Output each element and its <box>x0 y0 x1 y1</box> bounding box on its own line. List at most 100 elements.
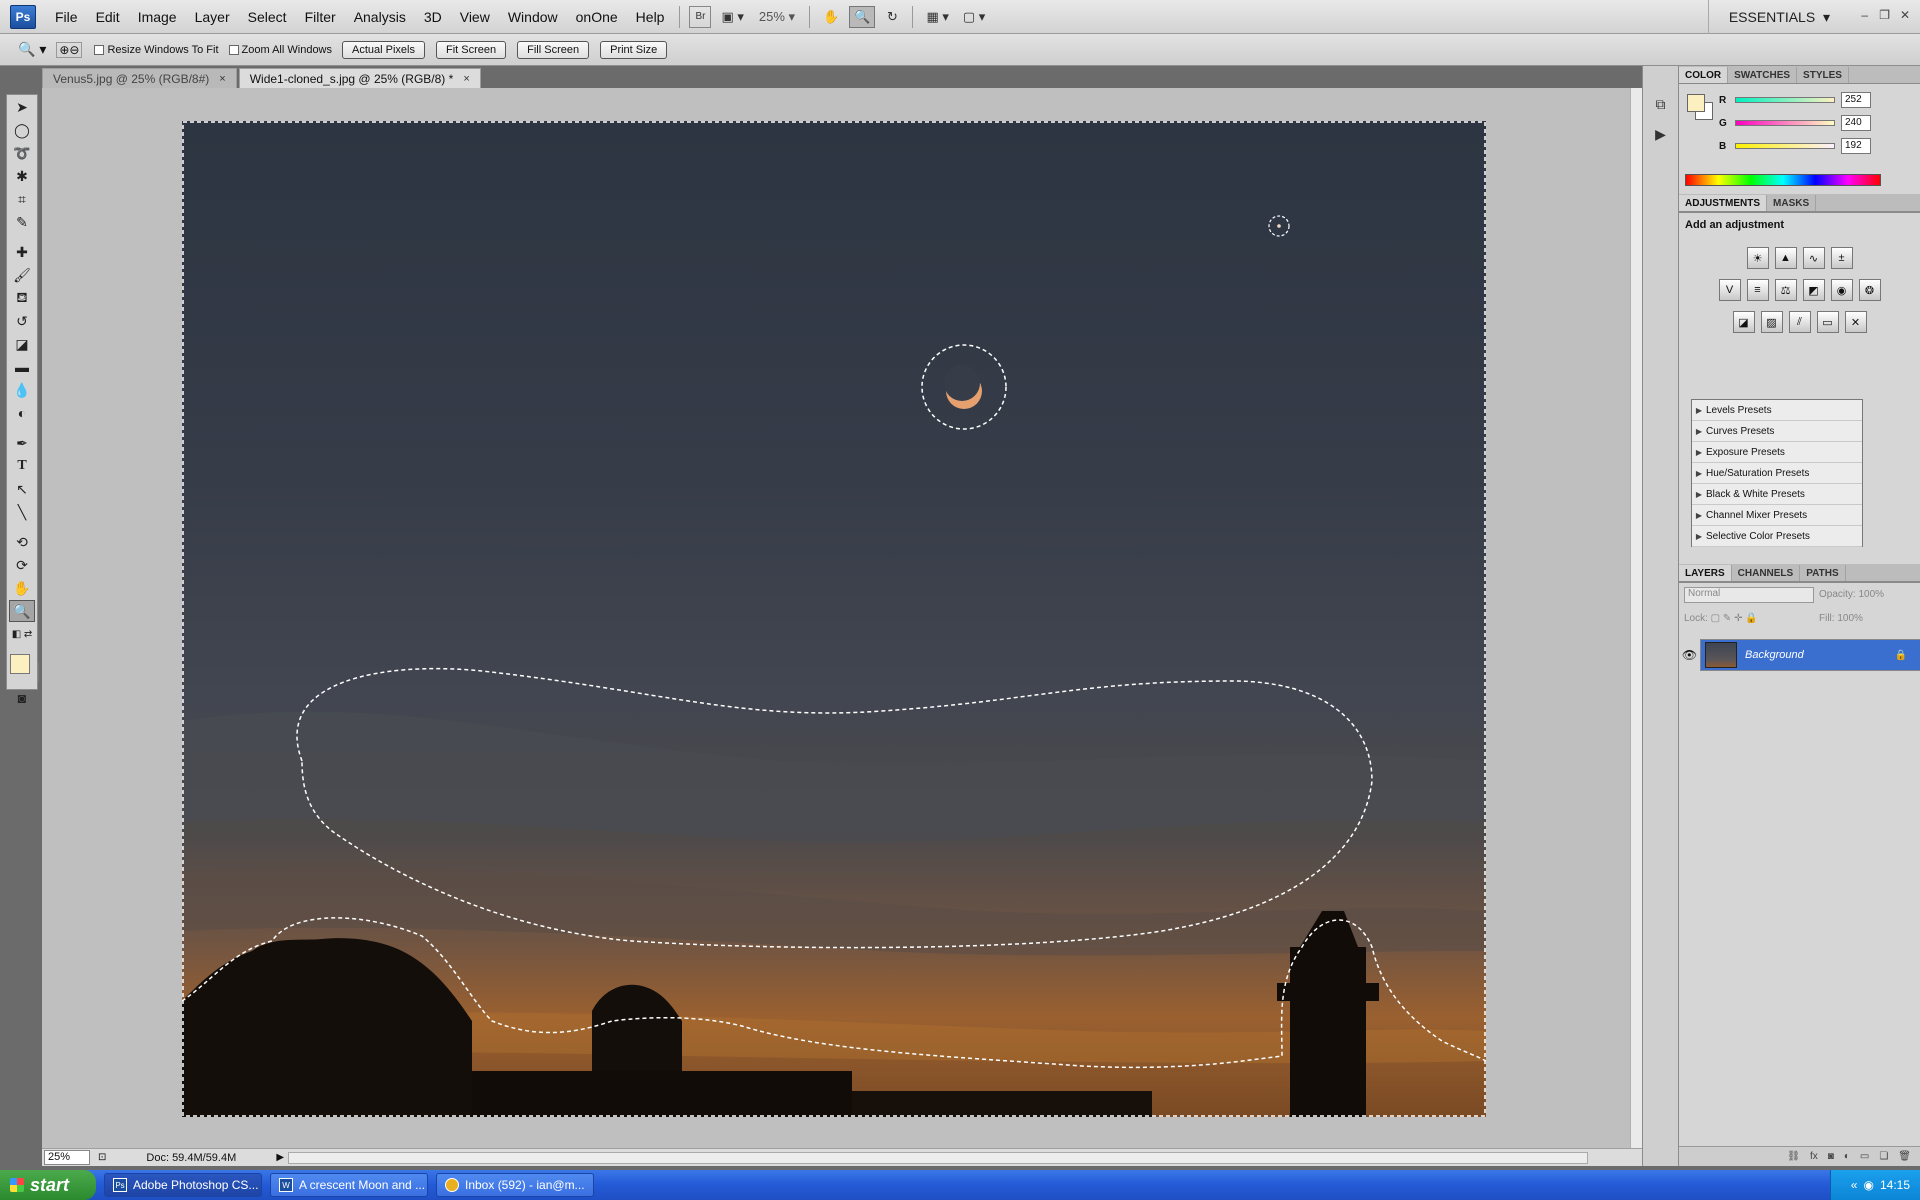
zoom-all-windows-checkbox[interactable]: Zoom All Windows <box>228 44 332 56</box>
zoom-level-dropdown[interactable]: 25% ▾ <box>759 9 795 25</box>
quick-mask-icon[interactable]: ◙ <box>9 687 35 709</box>
taskbar-item-photoshop[interactable]: Ps Adobe Photoshop CS... <box>104 1173 262 1197</box>
tab-channels[interactable]: CHANNELS <box>1732 565 1801 581</box>
menu-help[interactable]: Help <box>627 0 674 34</box>
type-tool-icon[interactable]: T <box>9 455 35 477</box>
marquee-tool-icon[interactable]: ◯ <box>9 119 35 141</box>
status-zoom-field[interactable]: 25% <box>44 1150 90 1165</box>
channel-mixer-icon[interactable]: ❂ <box>1858 279 1881 301</box>
eraser-tool-icon[interactable]: ◪ <box>9 333 35 355</box>
tab-wide1-cloned[interactable]: Wide1-cloned_s.jpg @ 25% (RGB/8) * × <box>238 68 481 88</box>
vibrance-icon[interactable]: V <box>1718 279 1741 301</box>
document-image[interactable] <box>182 121 1486 1117</box>
blue-slider[interactable] <box>1735 143 1835 149</box>
screen-layout-icon[interactable]: ▣ ▾ <box>717 6 747 28</box>
brush-tool-icon[interactable]: 🖌 <box>9 264 35 286</box>
red-value-input[interactable]: 252 <box>1841 92 1871 108</box>
menu-3d[interactable]: 3D <box>415 0 451 34</box>
magic-wand-tool-icon[interactable]: ✱ <box>9 165 35 187</box>
start-button[interactable]: start <box>0 1170 96 1200</box>
clone-stamp-tool-icon[interactable]: ⛾ <box>9 287 35 309</box>
blur-tool-icon[interactable]: 💧 <box>9 379 35 401</box>
fit-screen-button[interactable]: Fit Screen <box>436 40 507 59</box>
green-slider[interactable] <box>1735 120 1835 126</box>
gradient-tool-icon[interactable]: ▬ <box>9 356 35 378</box>
status-menu-icon[interactable]: ⊡ <box>98 1152 106 1163</box>
tab-color[interactable]: COLOR <box>1679 67 1729 83</box>
visibility-eye-icon[interactable]: 👁 <box>1679 639 1701 671</box>
zoom-tool-icon[interactable]: 🔍 <box>9 600 35 622</box>
tray-arrow-icon[interactable]: « <box>1851 1178 1858 1192</box>
preset-hue-saturation[interactable]: ▶ Hue/Saturation Presets <box>1692 463 1862 484</box>
taskbar-item-chrome[interactable]: Inbox (592) - ian@m... <box>436 1173 594 1197</box>
actions-panel-icon[interactable]: ▶ <box>1650 126 1672 146</box>
menu-file[interactable]: File <box>46 0 87 34</box>
layer-row-background[interactable]: 👁 Background 🔒 <box>1679 639 1920 671</box>
bridge-button[interactable]: Br <box>689 5 712 28</box>
zoom-in-out-icon[interactable]: ⊕⊖ <box>56 41 83 58</box>
menu-onone[interactable]: onOne <box>567 0 627 34</box>
foreground-color-swatch[interactable] <box>10 654 30 674</box>
crop-tool-icon[interactable]: ⌗ <box>9 188 35 210</box>
path-selection-tool-icon[interactable]: ↖ <box>9 478 35 500</box>
layer-style-icon[interactable]: fx <box>1810 1151 1818 1162</box>
pen-tool-icon[interactable]: ✒ <box>9 432 35 454</box>
preset-curves[interactable]: ▶ Curves Presets <box>1692 421 1862 442</box>
new-adjustment-icon[interactable]: ◐ <box>1844 1151 1850 1162</box>
menu-layer[interactable]: Layer <box>186 0 239 34</box>
rotate-view-icon[interactable]: ↻ <box>881 6 903 28</box>
actual-pixels-button[interactable]: Actual Pixels <box>342 40 425 59</box>
zoom-tool-icon[interactable]: 🔍 <box>849 5 876 28</box>
brightness-contrast-icon[interactable]: ☀ <box>1746 247 1769 269</box>
taskbar-item-word[interactable]: W A crescent Moon and ... <box>270 1173 428 1197</box>
curves-icon[interactable]: ∿ <box>1802 247 1825 269</box>
preset-levels[interactable]: ▶ Levels Presets <box>1692 400 1862 421</box>
black-white-icon[interactable]: ◩ <box>1802 279 1825 301</box>
opacity-control[interactable]: Opacity: 100% <box>1819 589 1884 600</box>
zoom-tool-preset-icon[interactable]: 🔍 ▾ <box>18 41 46 58</box>
restore-icon[interactable]: ❐ <box>1879 8 1890 22</box>
invert-icon[interactable]: ◪ <box>1732 311 1755 333</box>
preset-channel-mixer[interactable]: ▶ Channel Mixer Presets <box>1692 505 1862 526</box>
tab-swatches[interactable]: SWATCHES <box>1728 67 1798 83</box>
status-arrow-icon[interactable]: ▶ <box>276 1152 284 1163</box>
history-panel-icon[interactable]: ⧉ <box>1650 96 1672 116</box>
blue-value-input[interactable]: 192 <box>1841 138 1871 154</box>
tab-paths[interactable]: PATHS <box>1800 565 1846 581</box>
gradient-map-icon[interactable]: ▭ <box>1816 311 1839 333</box>
menu-image[interactable]: Image <box>129 0 186 34</box>
foreground-color-swatch[interactable] <box>1687 94 1705 112</box>
hand-tool-icon[interactable]: ✋ <box>819 6 843 28</box>
color-swatches[interactable] <box>7 646 39 686</box>
preset-selective-color[interactable]: ▶ Selective Color Presets <box>1692 526 1862 547</box>
link-layers-icon[interactable]: ⛓ <box>1787 1151 1800 1162</box>
posterize-icon[interactable]: ▨ <box>1760 311 1783 333</box>
color-balance-icon[interactable]: ⚖ <box>1774 279 1797 301</box>
color-spectrum[interactable] <box>1685 174 1881 186</box>
levels-icon[interactable]: ▲ <box>1774 247 1797 269</box>
tab-styles[interactable]: STYLES <box>1797 67 1849 83</box>
print-size-button[interactable]: Print Size <box>600 40 668 59</box>
healing-brush-tool-icon[interactable]: ✚ <box>9 241 35 263</box>
menu-view[interactable]: View <box>451 0 499 34</box>
swap-colors-icon[interactable]: ◧ ⇄ <box>9 623 35 645</box>
preset-black-white[interactable]: ▶ Black & White Presets <box>1692 484 1862 505</box>
close-tab-icon[interactable]: × <box>463 73 469 85</box>
blend-mode-select[interactable]: Normal <box>1684 587 1814 603</box>
horizontal-scrollbar[interactable] <box>288 1151 1589 1164</box>
tab-layers[interactable]: LAYERS <box>1679 565 1732 581</box>
workspace-switcher[interactable]: ESSENTIALS ▾ <box>1707 0 1830 34</box>
menu-filter[interactable]: Filter <box>296 0 345 34</box>
new-group-icon[interactable]: ▭ <box>1860 1151 1869 1162</box>
tab-adjustments[interactable]: ADJUSTMENTS <box>1679 195 1768 211</box>
3d-orbit-tool-icon[interactable]: ⟳ <box>9 554 35 576</box>
preset-exposure[interactable]: ▶ Exposure Presets <box>1692 442 1862 463</box>
close-tab-icon[interactable]: × <box>219 73 225 85</box>
close-icon[interactable]: ✕ <box>1900 8 1910 22</box>
threshold-icon[interactable]: ⫽ <box>1788 311 1811 333</box>
add-mask-icon[interactable]: ◙ <box>1828 1151 1834 1162</box>
red-slider[interactable] <box>1735 97 1835 103</box>
photo-filter-icon[interactable]: ◉ <box>1830 279 1853 301</box>
tray-app-icon[interactable]: ◉ <box>1863 1178 1873 1192</box>
lasso-tool-icon[interactable]: ➰ <box>9 142 35 164</box>
